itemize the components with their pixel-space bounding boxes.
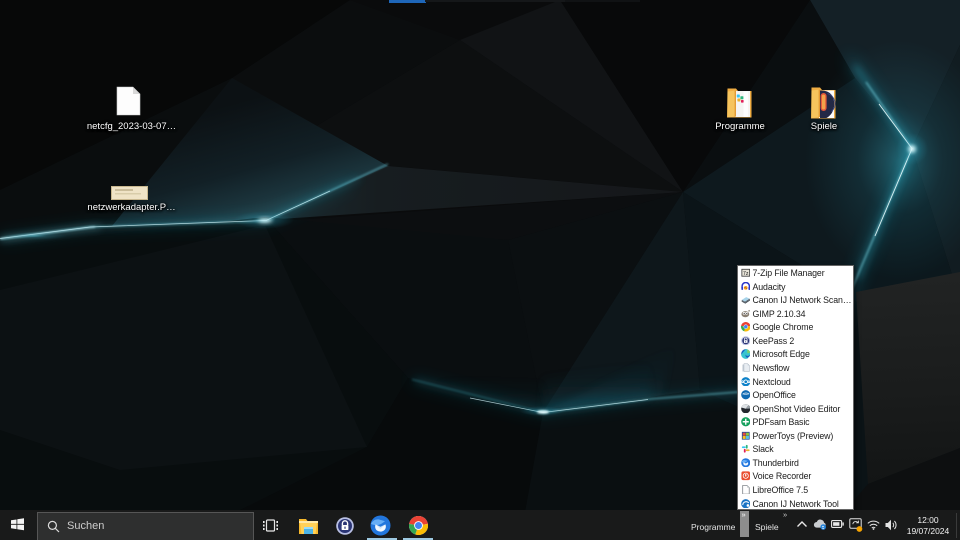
svg-text:7z: 7z [743, 271, 749, 277]
